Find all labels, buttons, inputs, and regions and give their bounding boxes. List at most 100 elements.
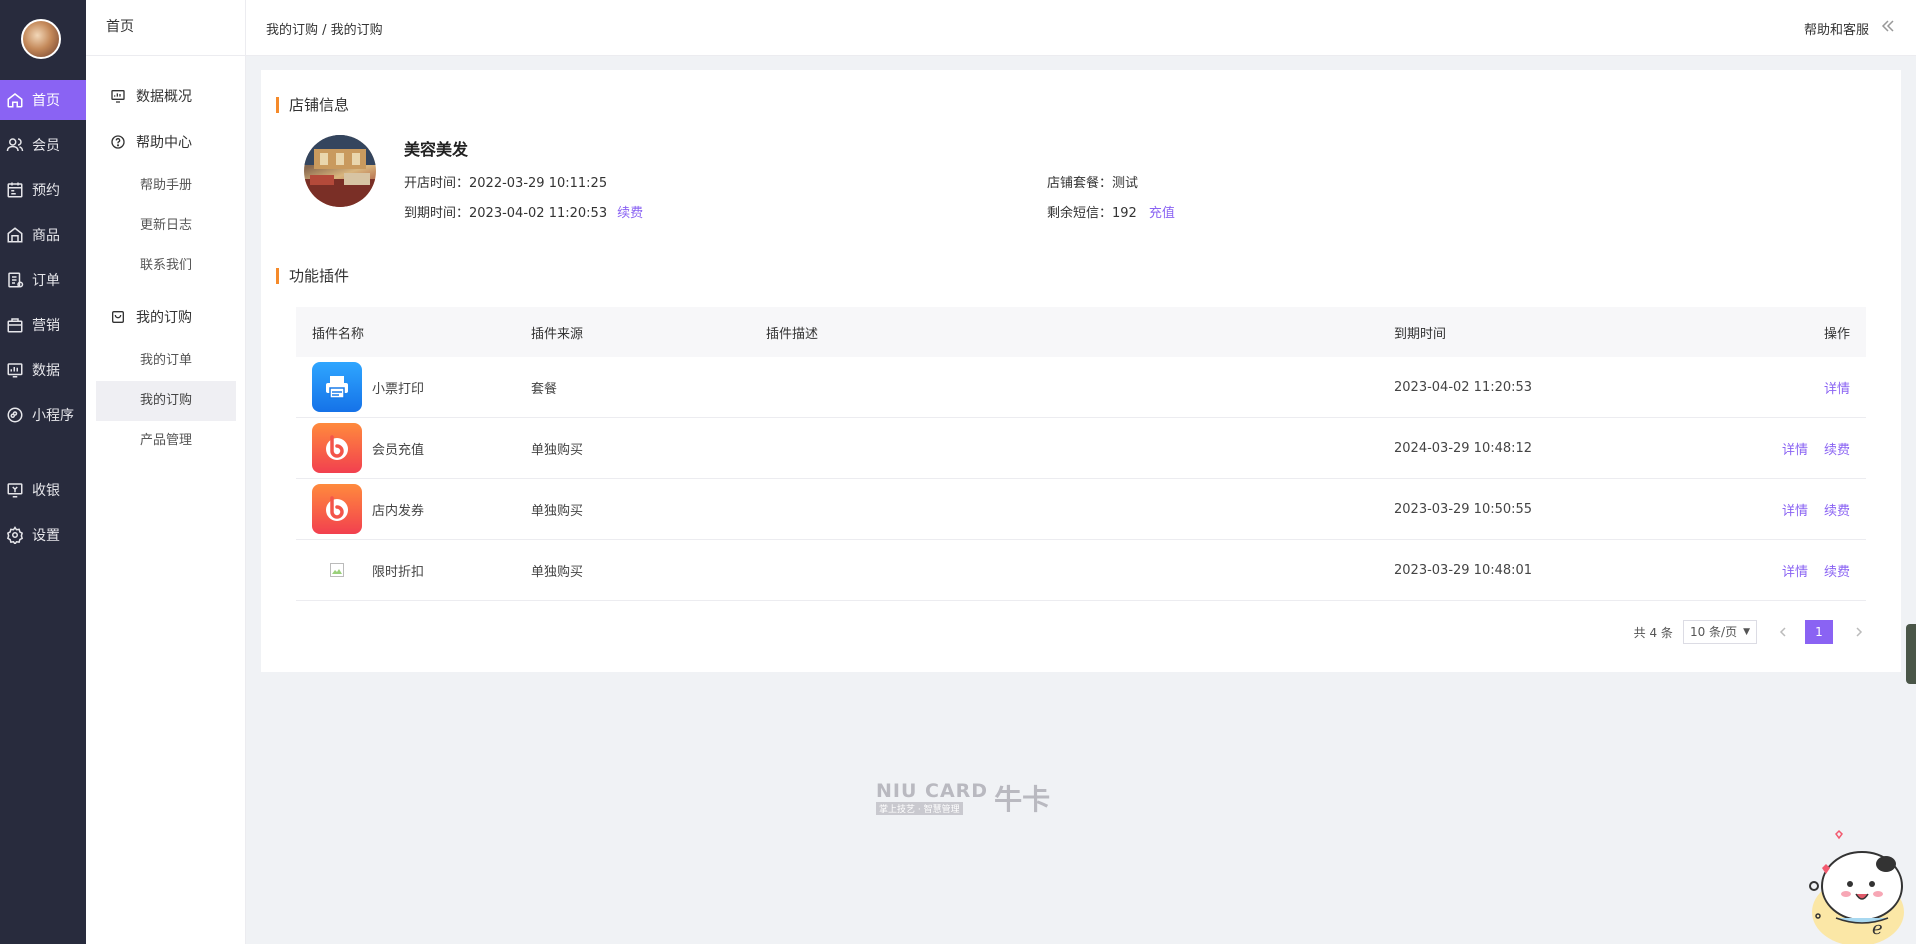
content-card: 店铺信息 美容美发 开店时间：2022-03-29 10:11:25 到期时间：… — [261, 70, 1901, 672]
col-desc: 插件描述 — [766, 326, 819, 342]
shop-avatar — [304, 135, 376, 207]
renew-link[interactable]: 续费 — [1824, 443, 1850, 458]
sidebar-item-my-subscription-label: 我的订购 — [136, 310, 192, 326]
sidebar-item-overview[interactable]: 数据概况 — [110, 86, 192, 106]
detail-link[interactable]: 详情 — [1782, 504, 1808, 519]
table-row: 小票打印 套餐 2023-04-02 11:20:53 详情 — [296, 357, 1866, 418]
brand-logo: NIU CARD 掌上技艺 · 智慧管理 牛卡 — [876, 778, 1050, 818]
renew-link[interactable]: 续费 — [1824, 565, 1850, 580]
marketing-icon — [7, 318, 23, 333]
sidebar-item-my-subscription[interactable]: 我的订购 — [110, 307, 192, 327]
monitor-chart-icon — [111, 90, 125, 103]
prev-page-button[interactable] — [1771, 620, 1795, 644]
col-name: 插件名称 — [312, 326, 365, 342]
shop-photo-icon — [304, 135, 376, 207]
pagination: 共 4 条 10 条/页 ▼ 1 — [1634, 620, 1871, 644]
sms-label: 剩余短信： — [1047, 206, 1113, 221]
shop-name: 美容美发 — [404, 140, 469, 159]
mascot-sticker-icon[interactable]: e — [1776, 824, 1916, 944]
nav-cashier-label: 收银 — [32, 483, 60, 499]
plugins-title: 功能插件 — [276, 268, 349, 284]
miniapp-icon — [7, 407, 23, 423]
sidebar-item-contact[interactable]: 联系我们 — [96, 246, 236, 286]
col-expire: 到期时间 — [1394, 326, 1447, 342]
nav-data[interactable]: 数据 — [0, 350, 86, 390]
nav-cashier[interactable]: 收银 — [0, 470, 86, 510]
next-page-button[interactable] — [1847, 620, 1871, 644]
sub-sidebar: 首页 数据概况 帮助中心 帮助手册 更新日志 联系我们 我的订购 我的订单 我的… — [86, 0, 246, 944]
page-size-value: 10 条/页 — [1689, 625, 1738, 639]
table-header: 插件名称 插件来源 插件描述 到期时间 操作 — [296, 307, 1866, 357]
plugin-expire: 2023-04-02 11:20:53 — [1394, 379, 1533, 395]
plugin-expire: 2023-03-29 10:50:55 — [1394, 501, 1533, 517]
settings-icon — [6, 526, 24, 544]
sidebar-item-my-subscription-sub[interactable]: 我的订购 — [96, 381, 236, 421]
nav-data-label: 数据 — [32, 363, 60, 379]
open-time-label: 开店时间： — [404, 176, 470, 191]
help-service-link[interactable]: 帮助和客服 — [1804, 19, 1869, 38]
sub-sidebar-title: 首页 — [86, 0, 245, 56]
chevron-right-icon — [1856, 627, 1863, 637]
broken-image-icon — [312, 545, 362, 595]
detail-link[interactable]: 详情 — [1782, 443, 1808, 458]
plugins-table: 插件名称 插件来源 插件描述 到期时间 操作 小票打印 套餐 2023-04-0… — [296, 307, 1866, 601]
chevron-left-icon — [1779, 627, 1786, 637]
nav-miniapp[interactable]: 小程序 — [0, 395, 86, 435]
sms-count: 192 — [1112, 206, 1137, 221]
coupon-icon — [312, 484, 362, 534]
data-icon — [7, 363, 23, 378]
plugin-name: 小票打印 — [372, 381, 425, 397]
member-recharge-icon — [312, 423, 362, 473]
plugin-expire: 2023-03-29 10:48:01 — [1394, 562, 1533, 578]
col-source: 插件来源 — [531, 326, 584, 342]
open-time-row: 开店时间：2022-03-29 10:11:25 — [404, 172, 607, 191]
nav-home[interactable]: 首页 — [0, 80, 86, 120]
recharge-link[interactable]: 充值 — [1149, 206, 1175, 221]
plugin-name: 限时折扣 — [372, 564, 425, 580]
nav-members-label: 会员 — [32, 138, 60, 154]
renew-link[interactable]: 续费 — [1824, 504, 1850, 519]
nav-home-label: 首页 — [32, 93, 60, 109]
shopping-bag-icon — [112, 311, 124, 323]
sidebar-item-help-center[interactable]: 帮助中心 — [110, 132, 192, 152]
nav-goods[interactable]: 商品 — [0, 215, 86, 255]
page-number[interactable]: 1 — [1805, 620, 1833, 644]
plugin-source: 套餐 — [531, 381, 558, 397]
nav-booking-label: 预约 — [32, 183, 60, 199]
nav-marketing[interactable]: 营销 — [0, 305, 86, 345]
home-icon — [7, 93, 23, 108]
nav-orders-label: 订单 — [32, 273, 60, 289]
plugin-source: 单独购买 — [531, 503, 584, 519]
table-row: 限时折扣 单独购买 2023-03-29 10:48:01 详情 续费 — [296, 540, 1866, 601]
sidebar-item-manual[interactable]: 帮助手册 — [96, 166, 236, 206]
side-scroll-handle[interactable] — [1906, 624, 1916, 684]
cashier-icon — [7, 483, 23, 498]
goods-icon — [7, 227, 23, 243]
sidebar-item-changelog[interactable]: 更新日志 — [96, 206, 236, 246]
nav-members[interactable]: 会员 — [0, 125, 86, 165]
shop-info-title: 店铺信息 — [276, 97, 349, 113]
page-size-select[interactable]: 10 条/页 ▼ — [1682, 620, 1757, 644]
sidebar-item-product-mgmt[interactable]: 产品管理 — [96, 421, 236, 461]
nav-booking[interactable]: 预约 — [0, 170, 86, 210]
plugin-expire: 2024-03-29 10:48:12 — [1394, 440, 1533, 456]
sms-row: 剩余短信：192 充值 — [1047, 202, 1175, 221]
nav-settings[interactable]: 设置 — [0, 515, 86, 555]
brand-tag: 掌上技艺 · 智慧管理 — [876, 801, 963, 815]
sidebar-item-my-orders[interactable]: 我的订单 — [96, 341, 236, 381]
double-chevron-left-icon[interactable] — [1880, 18, 1896, 34]
booking-icon — [7, 182, 23, 198]
question-circle-icon — [111, 135, 125, 149]
nav-marketing-label: 营销 — [32, 318, 60, 334]
expire-time-value: 2023-04-02 11:20:53 — [469, 206, 608, 221]
main-nav-rail: 首页 会员 预约 商品 订单 营销 数据 小程序 收银 设置 — [0, 0, 86, 944]
user-avatar[interactable] — [21, 19, 61, 59]
col-op: 操作 — [1823, 326, 1850, 342]
caret-down-icon: ▼ — [1743, 627, 1750, 637]
detail-link[interactable]: 详情 — [1782, 565, 1808, 580]
nav-orders[interactable]: 订单 — [0, 260, 86, 300]
open-time-value: 2022-03-29 10:11:25 — [469, 176, 608, 191]
renew-shop-link[interactable]: 续费 — [617, 206, 643, 221]
detail-link[interactable]: 详情 — [1824, 382, 1850, 397]
package-label: 店铺套餐： — [1047, 176, 1113, 191]
